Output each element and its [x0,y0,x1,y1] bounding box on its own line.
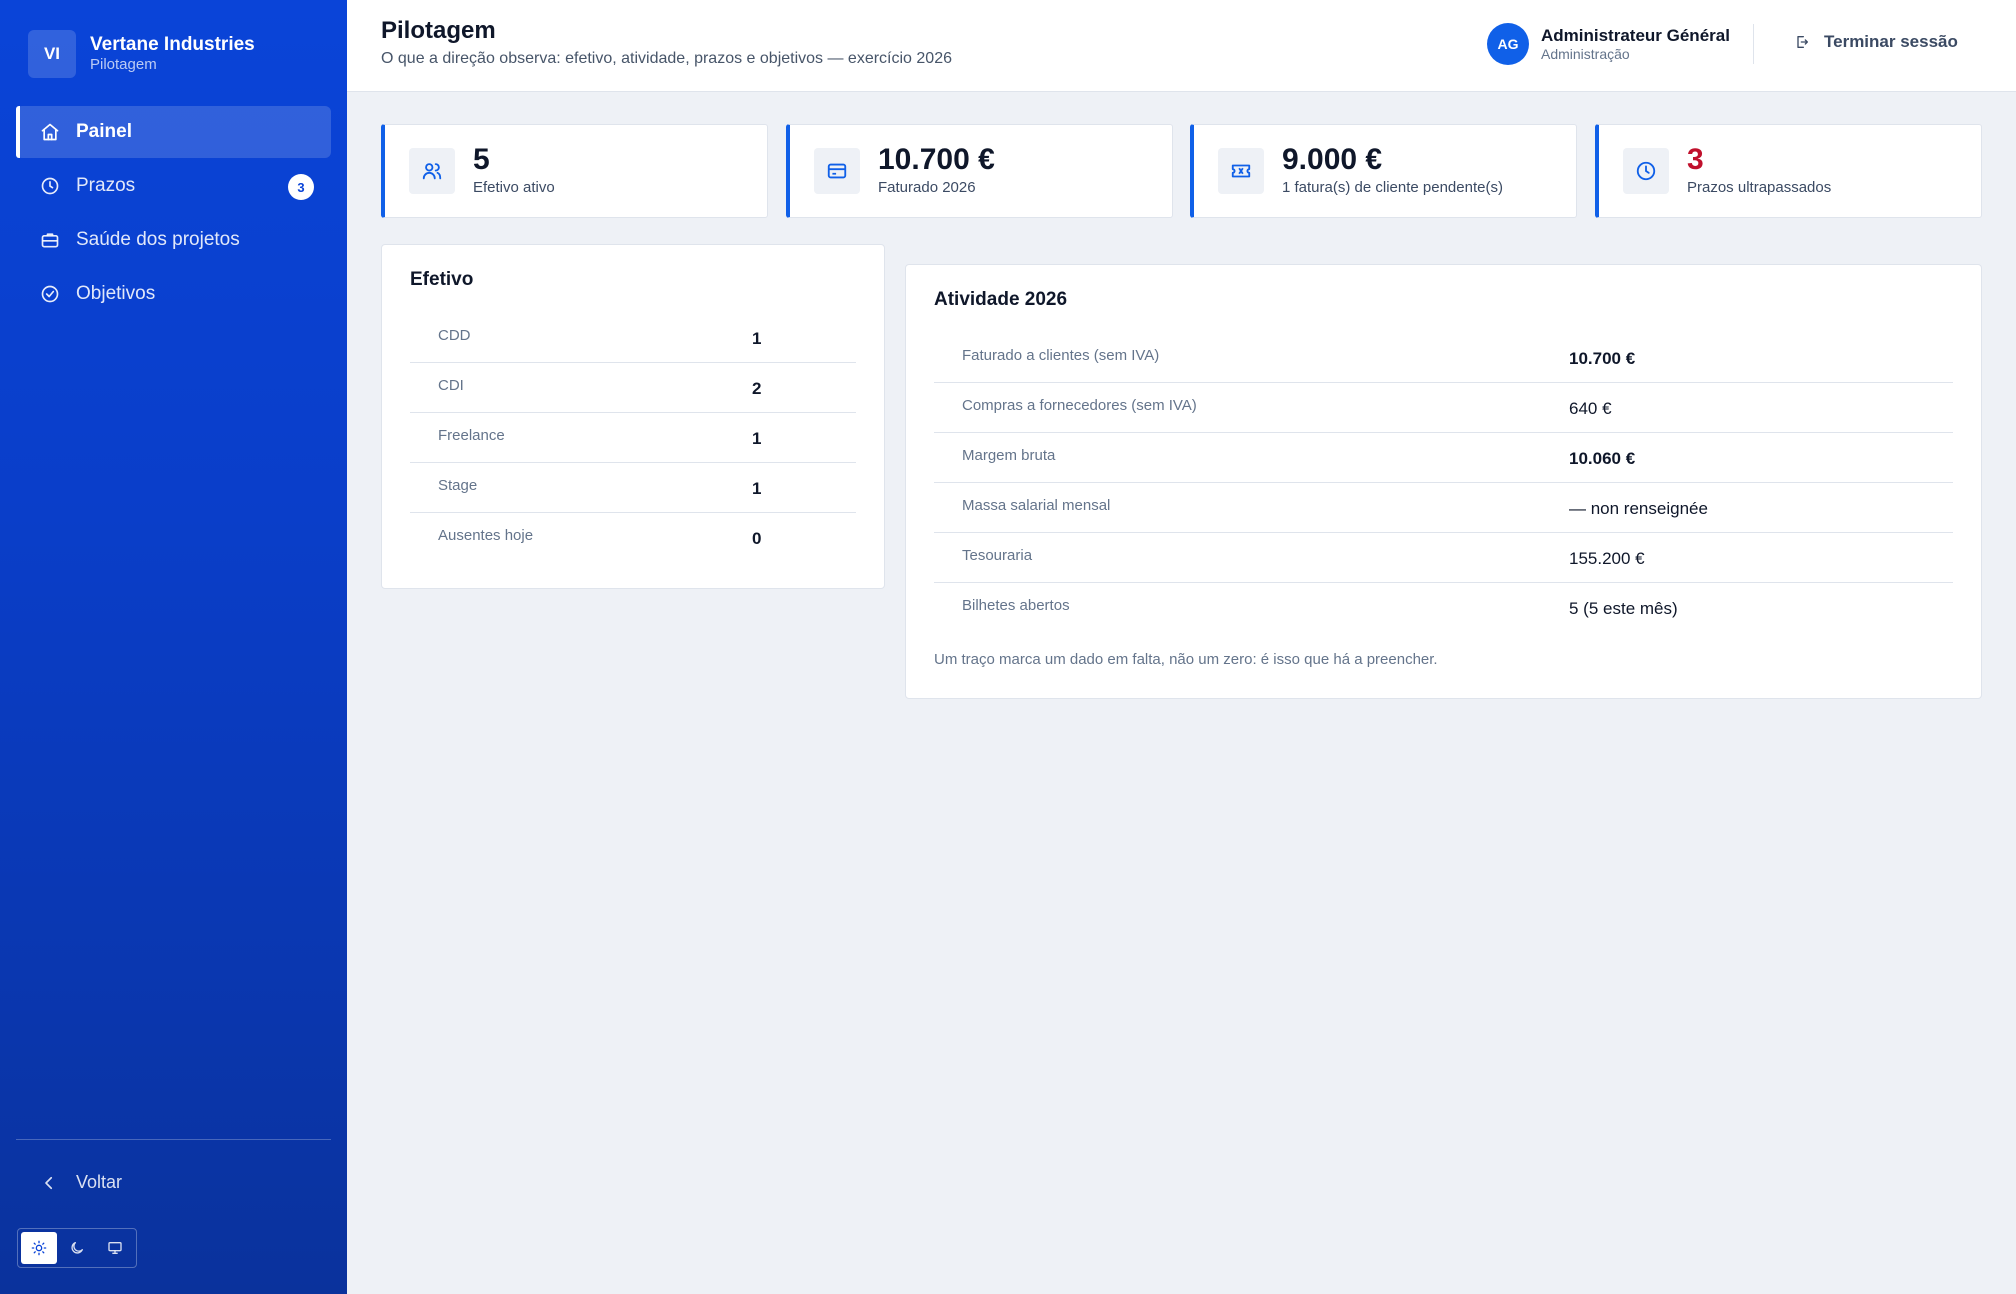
efetivo-list: CDD 1 CDI 2 Freelance 1 Stage 1 Ausentes… [410,313,856,563]
theme-system-button[interactable] [97,1232,133,1264]
sidebar-item-label: Objetivos [76,283,156,304]
row-value: 1 [752,479,762,498]
kpi-value: 9.000 € [1282,143,1383,176]
row-label: Faturado a clientes (sem IVA) [962,347,1160,364]
kpi-label: 1 fatura(s) de cliente pendente(s) [1282,179,1503,196]
list-item: Faturado a clientes (sem IVA) 10.700 € [934,333,1953,383]
clock-icon [41,177,59,195]
theme-dark-button[interactable] [59,1232,95,1264]
row-label: Bilhetes abertos [962,597,1070,614]
user-role: Administração [1541,45,1630,62]
sidebar-item-objetivos[interactable]: Objetivos [16,268,331,320]
row-value: 5 (5 este mês) [1569,599,1678,618]
panel-title: Efetivo [410,269,474,290]
user-name: Administrateur Général [1541,25,1730,45]
row-label: Compras a fornecedores (sem IVA) [962,397,1197,414]
top-header: Pilotagem O que a direção observa: efeti… [347,0,2016,92]
sidebar-item-label: Painel [76,121,132,142]
row-label: Tesouraria [962,547,1033,564]
chevron-left-icon [45,1176,53,1189]
brand-name: Vertane Industries [90,34,255,55]
list-item: Tesouraria 155.200 € [934,533,1953,583]
kpi-value: 5 [473,143,490,176]
monitor-icon [108,1242,122,1254]
row-label: CDD [438,327,471,344]
sidebar-item-label: Prazos [76,175,136,196]
missing-data-note: Um traço marca um dado em falta, não um … [934,651,1438,668]
list-item: Compras a fornecedores (sem IVA) 640 € [934,383,1953,433]
list-item: CDI 2 [410,363,856,413]
row-label: Massa salarial mensal [962,497,1111,514]
list-item: Bilhetes abertos 5 (5 este mês) [934,583,1953,633]
logout-label: Terminar sessão [1824,32,1958,51]
row-value: 155.200 € [1569,549,1645,568]
credit-card-icon [827,163,847,179]
logout-button[interactable]: Terminar sessão [1794,32,1958,52]
brand-logo: VI [28,30,76,78]
efetivo-panel: Efetivo CDD 1 CDI 2 Freelance 1 Stage 1 … [381,244,885,589]
sidebar: VI Vertane Industries Pilotagem Painel P… [0,0,347,1294]
list-item: CDD 1 [410,313,856,363]
ticket-icon [1231,164,1251,178]
kpi-label: Prazos ultrapassados [1687,179,1832,196]
clock-icon [1636,161,1656,181]
panel-title: Atividade 2026 [934,289,1068,310]
sidebar-item-prazos[interactable]: Prazos 3 [16,160,331,212]
prazos-count-badge: 3 [288,174,314,200]
list-item: Margem bruta 10.060 € [934,433,1953,483]
users-icon [422,163,442,180]
sidebar-item-painel[interactable]: Painel [16,106,331,158]
kpi-value: 3 [1687,143,1704,176]
row-label: Stage [438,477,478,494]
sidebar-divider [16,1139,331,1140]
brand[interactable]: VI Vertane Industries Pilotagem [28,30,255,78]
page-subtitle: O que a direção observa: efetivo, ativid… [381,50,952,67]
row-value: 0 [752,529,762,548]
kpi-value: 10.700 € [878,143,995,176]
row-value: 2 [752,379,762,398]
atividade-list: Faturado a clientes (sem IVA) 10.700 € C… [934,333,1953,633]
row-label: Freelance [438,427,505,444]
page-title: Pilotagem [381,17,496,44]
row-label: Ausentes hoje [438,527,534,544]
sidebar-nav: Painel Prazos 3 Saúde dos projetos Objet… [16,106,331,322]
kpi-card-faturas-pendentes: 9.000 € 1 fatura(s) de cliente pendente(… [1190,124,1577,218]
list-item: Ausentes hoje 0 [410,513,856,563]
home-icon [41,123,59,141]
theme-light-button[interactable] [21,1232,57,1264]
list-item: Massa salarial mensal — non renseignée [934,483,1953,533]
row-value: — non renseignée [1569,499,1708,518]
atividade-panel: Atividade 2026 Faturado a clientes (sem … [905,264,1982,699]
row-value: 10.060 € [1569,449,1636,468]
row-label: CDI [438,377,464,394]
theme-switcher [17,1228,137,1268]
avatar: AG [1487,23,1529,65]
list-item: Freelance 1 [410,413,856,463]
header-divider [1753,24,1754,64]
kpi-card-prazos-ultrapassados: 3 Prazos ultrapassados [1595,124,1982,218]
row-value: 640 € [1569,399,1612,418]
brand-subtitle: Pilotagem [90,56,157,73]
row-value: 1 [752,429,762,448]
list-item: Stage 1 [410,463,856,513]
sidebar-item-saude-projetos[interactable]: Saúde dos projetos [16,214,331,266]
briefcase-icon [41,233,59,248]
kpi-label: Efetivo ativo [473,179,555,196]
row-value: 1 [752,329,762,348]
moon-icon [71,1242,83,1254]
row-value: 10.700 € [1569,349,1636,368]
kpi-label: Faturado 2026 [878,179,976,196]
kpi-card-efetivo: 5 Efetivo ativo [381,124,768,218]
sun-icon [31,1240,47,1256]
kpi-card-faturado: 10.700 € Faturado 2026 [786,124,1173,218]
row-label: Margem bruta [962,447,1056,464]
sidebar-item-label: Saúde dos projetos [76,229,240,250]
back-button[interactable]: Voltar [40,1172,122,1193]
user-menu[interactable]: AG Administrateur Général Administração [1487,23,1730,65]
check-circle-icon [41,285,59,303]
back-label: Voltar [76,1172,123,1192]
logout-icon [1797,36,1808,48]
